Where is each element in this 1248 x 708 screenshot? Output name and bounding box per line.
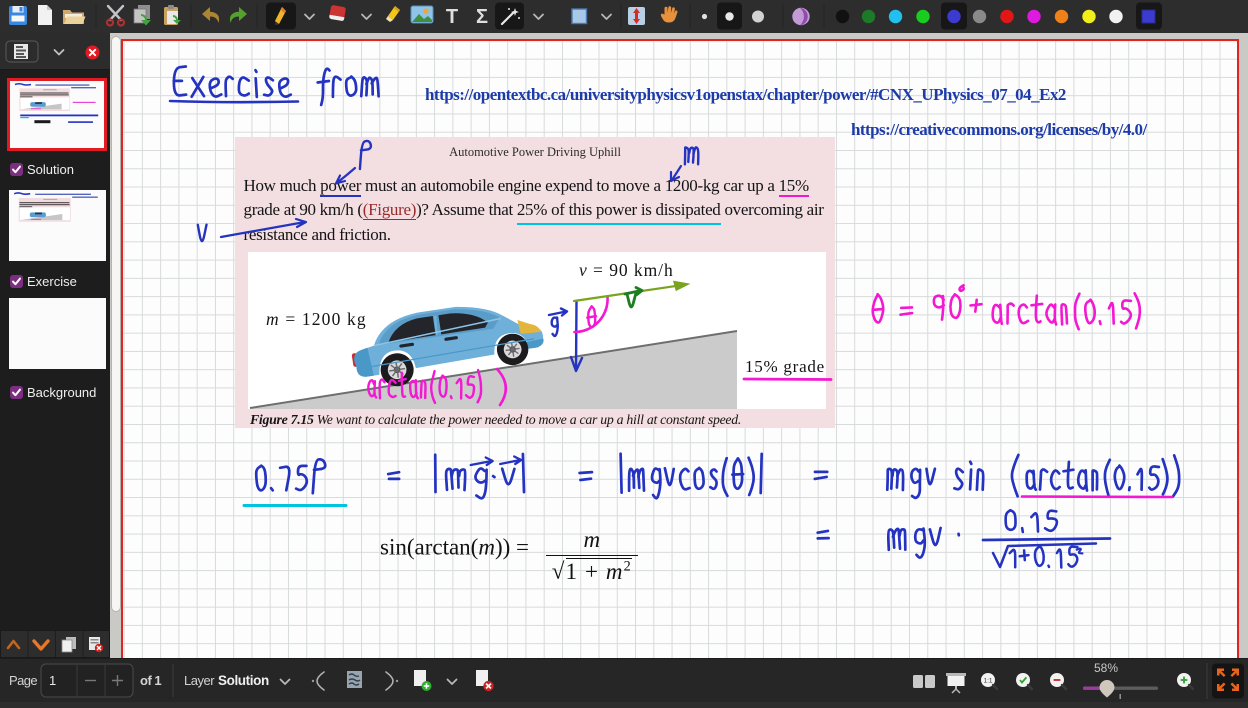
svg-text:Background: Background <box>27 385 96 400</box>
svg-text:Σ: Σ <box>476 6 488 28</box>
svg-text:58%: 58% <box>1094 661 1118 675</box>
svg-text:Exercise: Exercise <box>27 274 77 289</box>
svg-text:Page: Page <box>9 673 37 688</box>
svg-text:1:1: 1:1 <box>983 678 992 685</box>
svg-text:Layer: Layer <box>184 673 215 688</box>
svg-text:Solution: Solution <box>218 673 269 688</box>
svg-text:of 1: of 1 <box>140 673 161 688</box>
svg-text:1: 1 <box>49 673 56 688</box>
svg-text:Solution: Solution <box>27 162 74 177</box>
svg-text:T: T <box>446 6 458 28</box>
